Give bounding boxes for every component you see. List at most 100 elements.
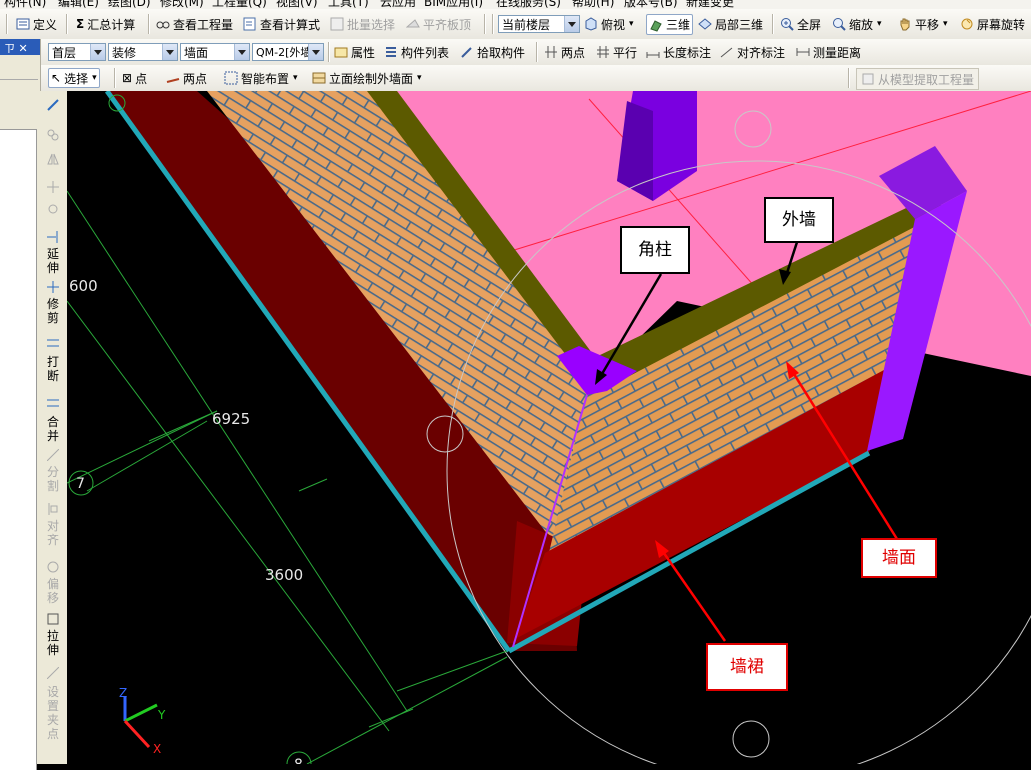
length-dim-button[interactable]: 长度标注: [646, 42, 711, 62]
screen-rotate-button[interactable]: 屏幕旋转: [960, 14, 1025, 34]
view-formula-button[interactable]: 查看计算式: [243, 14, 320, 34]
floor-select[interactable]: 首层: [48, 43, 106, 61]
annotation-wall-skirt: 墙裙: [706, 643, 788, 691]
measure-distance-button[interactable]: 测量距离: [796, 42, 861, 62]
component-list-button[interactable]: 构件列表: [384, 42, 449, 62]
break-icon[interactable]: [47, 337, 59, 349]
rotate-element-icon[interactable]: [47, 203, 59, 215]
merge-icon[interactable]: [47, 397, 59, 409]
full-screen-label: 全屏: [797, 17, 822, 32]
menu-quantity[interactable]: 工程量(Q): [212, 0, 267, 9]
element-select[interactable]: QM-2[外墙: [252, 43, 324, 61]
select-button[interactable]: ↖ 选择 ▾: [48, 68, 100, 88]
split-tool-label[interactable]: 分割: [45, 465, 61, 493]
two-points-dim-label: 两点: [561, 45, 586, 60]
3d-viewport[interactable]: 600 6925 3600 7 8 Z Y X 角柱 外墙: [67, 91, 1031, 764]
separator: [148, 14, 150, 34]
menu-cloud[interactable]: 云应用: [380, 0, 416, 9]
floor-scope-select[interactable]: 当前楼层: [498, 15, 580, 33]
zoom-label: 缩放: [849, 17, 874, 32]
menu-component[interactable]: 构件(N): [4, 0, 46, 9]
menu-version[interactable]: 版本号(B): [624, 0, 678, 9]
set-grip-tool-label[interactable]: 设置夹点: [45, 685, 61, 741]
two-points-dim-button[interactable]: 两点: [544, 42, 585, 62]
align-dim-button[interactable]: 对齐标注: [720, 42, 785, 62]
mirror-icon[interactable]: [47, 153, 59, 165]
grip-point-icon[interactable]: [46, 666, 60, 680]
menu-bim[interactable]: BIM应用(I): [424, 0, 483, 9]
menu-view[interactable]: 视图(V): [276, 0, 318, 9]
chevron-down-icon: [308, 44, 323, 60]
length-dim-icon: [646, 45, 660, 59]
three-d-icon: [649, 18, 663, 32]
smart-layout-button[interactable]: 智能布置 ▾: [224, 68, 298, 88]
menu-new-change[interactable]: 新建变更: [686, 0, 734, 9]
separator: [114, 68, 116, 88]
pick-component-button[interactable]: 拾取构件: [460, 42, 525, 62]
separator: [772, 14, 774, 34]
elevation-draw-button[interactable]: 立面绘制外墙面 ▾: [312, 68, 422, 88]
properties-button[interactable]: 属性: [334, 42, 375, 62]
pan-button[interactable]: 平移 ▾: [898, 14, 948, 34]
category-select[interactable]: 装修: [108, 43, 178, 61]
move-icon[interactable]: [47, 181, 59, 193]
select-label: 选择: [64, 71, 89, 86]
properties-label: 属性: [351, 45, 376, 60]
menu-help[interactable]: 帮助(H): [572, 0, 614, 9]
chevron-down-icon: [564, 16, 579, 32]
separator: [848, 68, 850, 88]
menu-tools[interactable]: 工具(T): [328, 0, 369, 9]
element-value: QM-2[外墙: [256, 46, 312, 59]
extract-quantity-label: 从模型提取工程量: [878, 72, 975, 87]
menu-modify[interactable]: 修改(M): [160, 0, 204, 9]
sum-calc-button[interactable]: Σ 汇总计算: [76, 14, 135, 34]
extend-icon[interactable]: [47, 231, 59, 243]
local-3d-button[interactable]: 局部三维: [698, 14, 763, 34]
break-tool-label[interactable]: 打断: [45, 355, 61, 383]
point-button[interactable]: ⊠ 点: [122, 68, 147, 88]
smart-layout-icon: [224, 71, 238, 85]
brush-icon[interactable]: [47, 99, 59, 111]
type-select[interactable]: 墙面: [180, 43, 250, 61]
align-slab-button[interactable]: 平齐板顶: [405, 14, 471, 34]
rotation-handle-bottom: [732, 720, 770, 758]
menu-online[interactable]: 在线服务(S): [496, 0, 561, 9]
extract-quantity-button[interactable]: 从模型提取工程量: [856, 68, 980, 90]
stretch-icon[interactable]: [47, 613, 59, 625]
divider: [0, 79, 38, 80]
screen-rotate-label: 屏幕旋转: [977, 17, 1026, 32]
view-quantity-label: 查看工程量: [173, 17, 234, 32]
triad-x-label: X: [153, 742, 161, 756]
split-icon[interactable]: [46, 448, 60, 462]
view-quantity-button[interactable]: 查看工程量: [156, 14, 233, 34]
list-icon: [384, 45, 398, 59]
two-points-button[interactable]: 两点: [166, 68, 207, 88]
trim-tool-label[interactable]: 修剪: [45, 297, 61, 325]
annotation-wall-face-text: 墙面: [882, 548, 916, 568]
merge-tool-label[interactable]: 合并: [45, 415, 61, 443]
menu-draw[interactable]: 绘图(D): [108, 0, 151, 9]
align-tool-label[interactable]: 对齐: [45, 519, 61, 547]
dim-3600: 3600: [265, 566, 303, 584]
3d-scene: 600 6925 3600 7 8 Z Y X: [67, 91, 1031, 764]
offset-tool-label[interactable]: 偏移: [45, 577, 61, 605]
copy-icon[interactable]: [47, 129, 59, 141]
category-value: 装修: [112, 46, 137, 60]
chevron-down-icon: [162, 44, 177, 60]
zoom-button[interactable]: 缩放 ▾: [832, 14, 882, 34]
extend-tool-label[interactable]: 延伸: [45, 247, 61, 275]
parallel-button[interactable]: 平行: [596, 42, 637, 62]
trim-icon[interactable]: [47, 281, 59, 293]
stretch-tool-label[interactable]: 拉伸: [45, 629, 61, 657]
triad-y-label: Y: [157, 708, 166, 722]
pin-close-icons[interactable]: ㄗ ✕: [4, 40, 28, 56]
top-view-button[interactable]: 俯视 ▾: [584, 14, 634, 34]
offset-icon[interactable]: [47, 561, 59, 573]
full-screen-button[interactable]: 全屏: [780, 14, 821, 34]
align-icon[interactable]: [47, 503, 59, 515]
three-d-button[interactable]: 三维: [646, 14, 694, 35]
batch-select-button[interactable]: 批量选择: [330, 14, 395, 34]
define-button[interactable]: 定义: [16, 14, 57, 34]
component-tree-area[interactable]: [0, 129, 37, 770]
menu-edit[interactable]: 编辑(E): [58, 0, 99, 9]
